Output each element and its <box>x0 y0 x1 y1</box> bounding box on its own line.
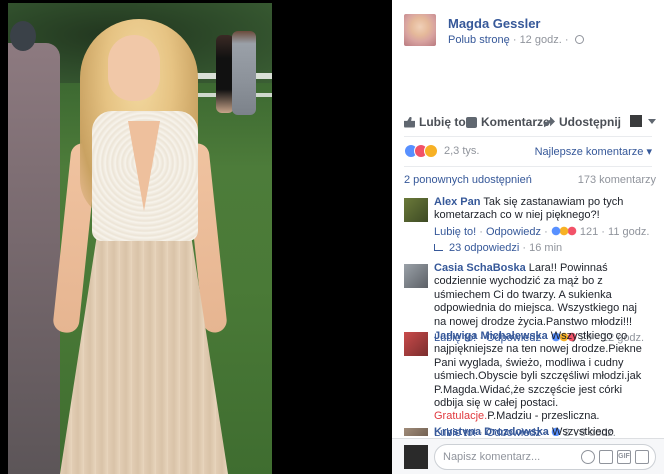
post-subline: Polub stronę · 12 godz. · <box>448 34 648 46</box>
commenter-avatar[interactable] <box>404 198 428 222</box>
page-avatar[interactable] <box>404 14 436 46</box>
comment-button[interactable]: Komentarze <box>466 115 550 129</box>
reactions-summary[interactable]: 2,3 tys. Najlepsze komentarze ▾ <box>404 144 652 160</box>
comment-like-link[interactable]: Lubię to! <box>434 226 476 238</box>
comment-meta: Lubię to! · Odpowiedz · 121 · 11 godz. <box>434 225 650 238</box>
comment-input[interactable]: Napisz komentarz... GIF <box>434 444 656 470</box>
comment-reactions-icon <box>550 225 577 236</box>
shares-link[interactable]: 2 ponownych udostępnień <box>404 174 532 186</box>
post-sidebar: Magda Gessler Polub stronę · 12 godz. · … <box>392 0 664 474</box>
divider <box>404 136 652 137</box>
sticker-icon[interactable] <box>635 450 649 464</box>
camera-icon[interactable] <box>599 450 613 464</box>
commenter-name[interactable]: Jadwiga Michałewska <box>434 330 548 342</box>
comment-count[interactable]: 173 komentarzy <box>578 174 656 186</box>
user-avatar <box>404 445 428 469</box>
comment-composer: Napisz komentarz... GIF <box>392 438 664 474</box>
comment-highlight-text: Gratulacje. <box>434 410 488 423</box>
photo-left-person-head <box>10 21 36 51</box>
post-photo[interactable] <box>8 3 272 474</box>
commenter-avatar[interactable] <box>404 428 428 436</box>
comment-icon <box>466 116 477 128</box>
commenter-avatar[interactable] <box>404 332 428 356</box>
reaction-count[interactable]: 2,3 tys. <box>444 145 479 157</box>
comment-body: Jadwiga Michałewska Wszystkiego co najpi… <box>434 330 652 436</box>
comment-sort-label: Najlepsze komentarze <box>534 146 644 158</box>
comment-reaction-count[interactable]: 121 <box>580 226 598 238</box>
post-photo-area[interactable] <box>0 0 392 474</box>
commenter-name[interactable]: Krystyna Drozdowska <box>434 426 549 436</box>
gif-icon[interactable]: GIF <box>617 450 631 464</box>
replies-time: 16 min <box>529 242 563 254</box>
replies-count: 23 odpowiedzi <box>449 242 520 254</box>
photo-background-man <box>232 31 256 115</box>
separator-dot: · <box>512 34 520 46</box>
comments-list: Alex Pan Tak się zastanawiam po tych kom… <box>404 196 656 436</box>
emoji-icon[interactable] <box>581 450 595 464</box>
comment-label: Komentarze <box>481 115 550 129</box>
share-label: Udostępnij <box>559 115 621 129</box>
globe-icon <box>574 35 584 44</box>
commenter-avatar[interactable] <box>404 264 428 288</box>
comment-input-placeholder: Napisz komentarz... <box>443 451 541 463</box>
share-button[interactable]: Udostępnij <box>544 115 621 129</box>
post-actions: Lubię to! Komentarze Udostępnij <box>404 115 656 131</box>
commenter-name[interactable]: Alex Pan <box>434 196 480 208</box>
page-name-link[interactable]: Magda Gessler <box>448 16 648 31</box>
divider <box>404 166 652 167</box>
chevron-down-icon[interactable] <box>648 119 656 124</box>
like-button[interactable]: Lubię to! <box>404 115 470 129</box>
commenter-name[interactable]: Casia SchaBoska <box>434 262 526 274</box>
separator-dot: · <box>564 34 572 46</box>
comment-input-icons: GIF <box>581 450 649 464</box>
comment-text: Wszystkiego <box>552 426 614 436</box>
photo-face <box>108 35 160 101</box>
comment-body: Krystyna Drozdowska Wszystkiego <box>434 426 652 436</box>
reply-arrow-icon <box>434 244 443 251</box>
wow-reaction-icon <box>424 144 438 158</box>
view-replies-link[interactable]: 23 odpowiedzi · 16 min <box>434 242 562 254</box>
comment-reply-link[interactable]: Odpowiedz <box>486 226 541 238</box>
comment-time[interactable]: 11 godz. <box>608 226 649 238</box>
like-page-link[interactable]: Polub stronę <box>448 34 510 46</box>
comment-sort-dropdown[interactable]: Najlepsze komentarze ▾ <box>535 145 652 158</box>
share-icon <box>544 116 555 128</box>
share-as-avatar[interactable] <box>630 115 642 127</box>
post-time[interactable]: 12 godz. <box>520 34 562 46</box>
comment-text: P.Madziu - przesliczna. <box>487 410 600 423</box>
comment-body: Alex Pan Tak się zastanawiam po tych kom… <box>434 196 652 239</box>
photo-left-person <box>8 43 60 474</box>
like-label: Lubię to! <box>419 115 470 129</box>
thumb-up-icon <box>404 116 415 128</box>
